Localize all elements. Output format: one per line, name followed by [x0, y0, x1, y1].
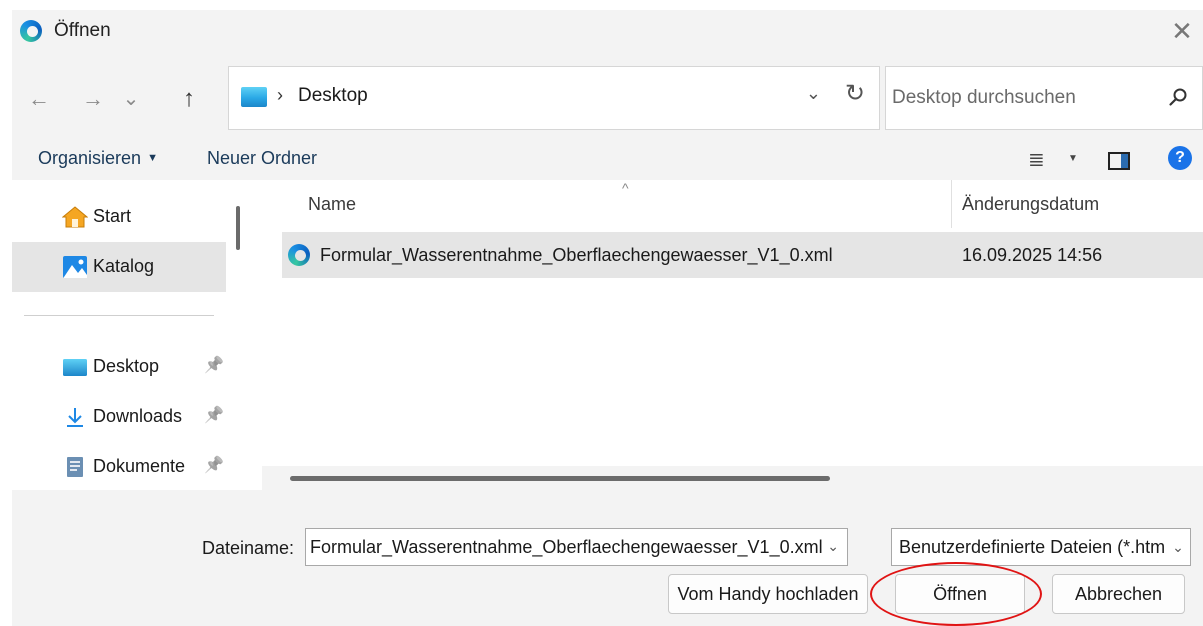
- navigation-pane: Start Katalog Desktop 📌 Downloads 📌 Doku…: [12, 180, 262, 490]
- up-arrow-icon[interactable]: ↑: [174, 82, 204, 116]
- filename-dropdown-chevron-icon[interactable]: ⌄: [827, 538, 839, 555]
- gallery-icon: [63, 256, 87, 278]
- horizontal-scrollbar[interactable]: [262, 466, 1203, 490]
- file-name: Formular_Wasserentnahme_Oberflaechengewa…: [320, 245, 833, 265]
- address-bar[interactable]: › Desktop ⌄ ↻: [228, 66, 880, 130]
- command-bar: Organisieren ▼ Neuer Ordner ≣ ▼ ?: [12, 144, 1203, 180]
- sidebar-item-downloads[interactable]: Downloads 📌: [12, 392, 226, 442]
- view-options-caret-icon[interactable]: ▼: [1068, 153, 1078, 164]
- dialog-footer: Dateiname: Formular_Wasserentnahme_Oberf…: [12, 490, 1203, 626]
- search-icon[interactable]: [1168, 87, 1188, 107]
- filename-label: Dateiname:: [202, 538, 295, 558]
- back-arrow-icon[interactable]: ←: [24, 82, 54, 116]
- navigation-bar: ← → ⌄ ↑ › Desktop ⌄ ↻ Desktop durchsuche…: [12, 52, 1203, 144]
- column-divider[interactable]: [951, 180, 952, 228]
- breadcrumb-desktop[interactable]: Desktop: [298, 85, 368, 107]
- organize-menu-button[interactable]: Organisieren ▼: [38, 148, 158, 169]
- filetype-dropdown-chevron-icon[interactable]: ⌄: [1166, 529, 1190, 565]
- pin-icon[interactable]: 📌: [204, 455, 224, 475]
- file-list: ^ Name Änderungsdatum Formular_Wasserent…: [262, 180, 1203, 490]
- desktop-folder-icon: [241, 87, 267, 107]
- preview-pane-icon[interactable]: [1108, 152, 1130, 170]
- filename-input[interactable]: Formular_Wasserentnahme_Oberflaechengewa…: [305, 528, 848, 566]
- sidebar-item-label: Katalog: [93, 256, 155, 276]
- download-icon: [67, 408, 83, 427]
- forward-arrow-icon[interactable]: →: [78, 82, 108, 116]
- open-button[interactable]: Öffnen: [895, 574, 1025, 614]
- column-header-date[interactable]: Änderungsdatum: [962, 194, 1099, 215]
- open-file-dialog: Öffnen ✕ ← → ⌄ ↑ › Desktop ⌄ ↻ Desktop d…: [12, 10, 1203, 626]
- address-dropdown-chevron-icon[interactable]: ⌄: [806, 83, 821, 104]
- sort-ascending-indicator: ^: [622, 180, 629, 196]
- refresh-icon[interactable]: ↻: [845, 79, 865, 108]
- filename-value: Formular_Wasserentnahme_Oberflaechengewa…: [310, 537, 823, 557]
- dialog-title: Öffnen: [54, 20, 111, 41]
- sidebar-item-katalog[interactable]: Katalog: [12, 242, 226, 292]
- document-icon: [67, 457, 83, 477]
- table-row[interactable]: Formular_Wasserentnahme_Oberflaechengewa…: [282, 232, 1203, 278]
- upload-from-phone-button[interactable]: Vom Handy hochladen: [668, 574, 868, 614]
- sidebar-divider: [24, 315, 214, 316]
- sidebar-item-desktop[interactable]: Desktop 📌: [12, 342, 226, 392]
- sidebar-item-label: Start: [93, 206, 132, 226]
- column-header-name[interactable]: Name: [308, 194, 356, 215]
- help-icon[interactable]: ?: [1168, 146, 1192, 170]
- filetype-select[interactable]: Benutzerdefinierte Dateien (*.htm ⌄: [891, 528, 1191, 566]
- search-placeholder: Desktop durchsuchen: [892, 87, 1076, 108]
- view-options-icon[interactable]: ≣: [1028, 147, 1045, 172]
- new-folder-button[interactable]: Neuer Ordner: [207, 148, 317, 169]
- breadcrumb-separator: ›: [277, 85, 283, 105]
- sidebar-item-label: Desktop: [93, 356, 160, 376]
- filetype-value: Benutzerdefinierte Dateien (*.htm: [899, 537, 1166, 557]
- edge-file-icon: [288, 244, 310, 266]
- pin-icon[interactable]: 📌: [204, 405, 224, 425]
- cancel-button[interactable]: Abbrechen: [1052, 574, 1185, 614]
- sidebar-item-dokumente[interactable]: Dokumente 📌: [12, 442, 226, 492]
- close-icon[interactable]: ✕: [1167, 16, 1197, 46]
- organize-caret-icon: ▼: [147, 152, 158, 164]
- pin-icon[interactable]: 📌: [204, 355, 224, 375]
- recent-locations-chevron-icon[interactable]: ⌄: [116, 82, 146, 116]
- edge-app-icon: [20, 20, 42, 42]
- sidebar-item-label: Dokumente: [93, 456, 186, 476]
- sidebar-item-start[interactable]: Start: [12, 192, 226, 242]
- file-modified-date: 16.09.2025 14:56: [962, 245, 1103, 265]
- horizontal-scrollbar-thumb[interactable]: [290, 476, 830, 481]
- organize-label: Organisieren: [38, 148, 142, 168]
- search-input[interactable]: Desktop durchsuchen: [885, 66, 1203, 130]
- sidebar-scrollbar[interactable]: [236, 206, 240, 250]
- home-icon: [62, 206, 88, 228]
- sidebar-item-label: Downloads: [93, 406, 183, 426]
- title-bar: Öffnen ✕: [12, 10, 1203, 52]
- desktop-folder-icon: [63, 359, 87, 376]
